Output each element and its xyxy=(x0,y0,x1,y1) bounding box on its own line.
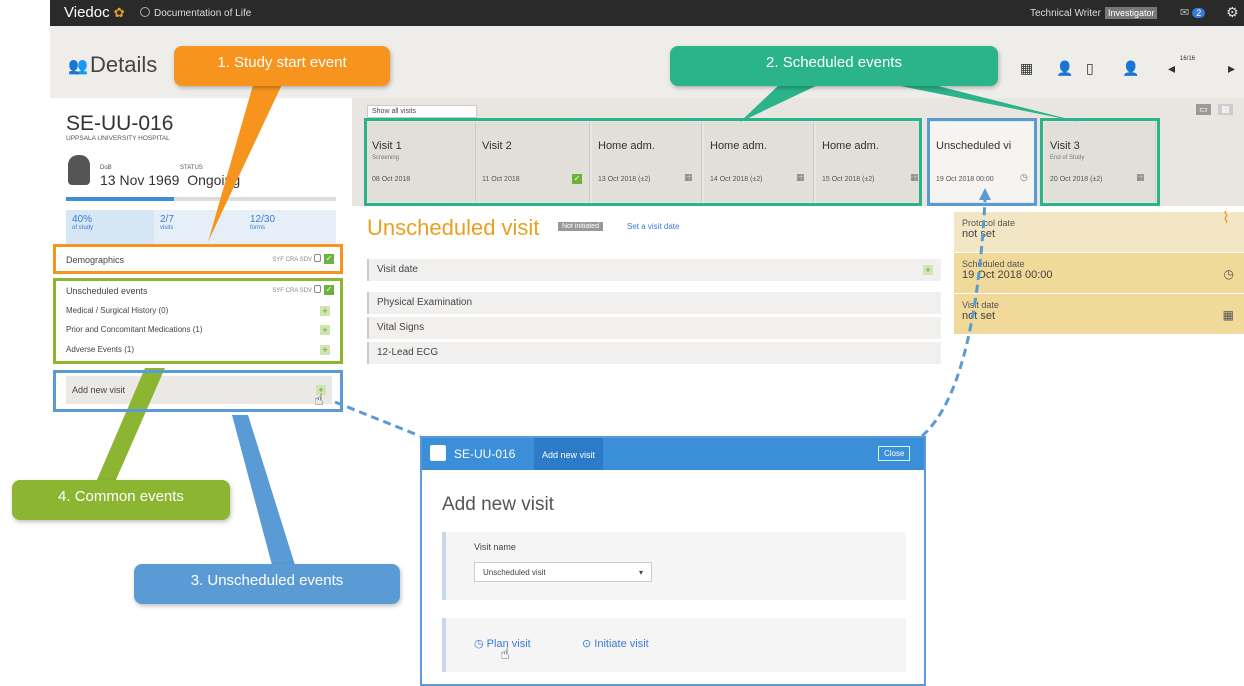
add-new-visit-dialog: SE-UU-016 Add new visit Close Add new vi… xyxy=(420,436,926,686)
callout-pointer-teal xyxy=(740,84,820,122)
visit-actions-section: ◷ Plan visit ⊙ Initiate visit ☝ xyxy=(442,618,906,672)
chevron-down-icon: ▾ xyxy=(638,568,643,577)
callout-unscheduled-events: 3. Unscheduled events xyxy=(134,564,400,604)
dialog-header: SE-UU-016 Add new visit Close xyxy=(422,438,924,470)
connector-to-unscheduled-tab xyxy=(921,199,987,438)
callout-pointer-blue xyxy=(232,415,295,565)
callout-common-events: 4. Common events xyxy=(12,480,230,520)
initiate-visit-button[interactable]: ⊙ Initiate visit xyxy=(582,637,649,650)
visit-name-label: Visit name xyxy=(474,542,516,552)
callout-scheduled-events: 2. Scheduled events xyxy=(670,46,998,86)
dialog-title: Add new visit xyxy=(442,494,554,515)
hand-cursor-icon: ☝ xyxy=(500,646,510,663)
avatar xyxy=(430,445,446,461)
study-start-frame xyxy=(53,244,343,274)
visit-name-section: Visit name Unscheduled visit ▾ xyxy=(442,532,906,600)
callout-study-start: 1. Study start event xyxy=(174,46,390,86)
scheduled-events-frame-2 xyxy=(1040,118,1160,206)
clock-icon: ◷ xyxy=(474,638,484,650)
unscheduled-events-frame xyxy=(53,370,343,412)
circle-arrow-icon: ⊙ xyxy=(582,638,592,650)
scheduled-events-frame xyxy=(364,118,922,206)
unscheduled-visit-frame xyxy=(927,118,1037,206)
connector-to-dialog xyxy=(334,400,421,438)
callout-pointer-orange xyxy=(208,78,285,242)
close-button[interactable]: Close xyxy=(878,446,911,461)
common-events-frame xyxy=(53,278,343,364)
callout-pointer-teal xyxy=(890,84,1080,122)
visit-name-select[interactable]: Unscheduled visit ▾ xyxy=(474,562,652,582)
dialog-tab[interactable]: Add new visit xyxy=(534,438,604,470)
dialog-subject-id: SE-UU-016 xyxy=(454,447,516,461)
